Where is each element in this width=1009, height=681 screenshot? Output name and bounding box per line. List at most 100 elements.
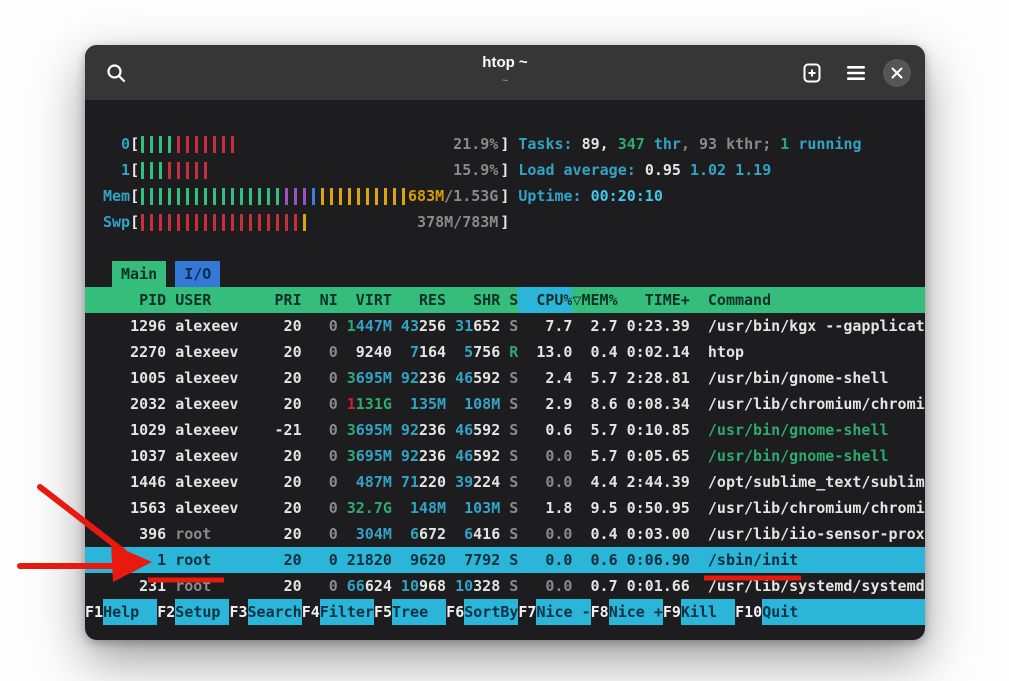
tab-io[interactable]: I/O (175, 261, 220, 287)
text-segment: 5 (464, 343, 473, 361)
meter-label: 0 (103, 131, 130, 157)
text-segment: 1 (780, 135, 789, 153)
text-segment: 7792 (464, 551, 500, 569)
text-segment: 0 (329, 577, 338, 595)
cell-virt: 1447M (338, 313, 392, 339)
text-segment: 236 (419, 447, 446, 465)
column-header-pri[interactable]: PRI (266, 287, 302, 313)
process-row-1029[interactable]: 1029alexeev-2103695M9223646592S0.65.70:1… (85, 417, 925, 443)
text-segment: 46 (455, 369, 473, 387)
column-header-shr[interactable]: SHR (446, 287, 500, 313)
menu-button[interactable] (839, 56, 873, 90)
column-header-virt[interactable]: VIRT (338, 287, 392, 313)
bracket: ] (500, 183, 509, 209)
cell-pid: 1446 (103, 469, 166, 495)
cell-pid: 396 (103, 521, 166, 547)
column-header-ni[interactable]: NI (302, 287, 338, 313)
cell-mem: 0.6 (572, 547, 617, 573)
meter-bar (195, 162, 198, 179)
cell-virt: 21820 (338, 547, 392, 573)
text-segment: root (175, 577, 211, 595)
column-header-res[interactable]: RES (392, 287, 446, 313)
process-row-1563[interactable]: 1563alexeev20032.7G148M103MS1.89.50:50.9… (85, 495, 925, 521)
text-segment: 416 (473, 525, 500, 543)
search-button[interactable] (99, 56, 133, 90)
cell-command: /usr/bin/gnome-shell (708, 443, 925, 469)
meter-bar (285, 188, 288, 205)
cell-cpu: 0.0 (518, 443, 572, 469)
fn-key-label: F6 (446, 599, 464, 625)
cell-ni: 0 (302, 547, 338, 573)
text-segment: alexeev (175, 421, 238, 439)
process-row-2270[interactable]: 2270alexeev200924071645756R13.00.40:02.1… (85, 339, 925, 365)
text-segment: 1005 (130, 369, 166, 387)
fn-setup-button[interactable]: Setup (175, 599, 229, 625)
process-row-1[interactable]: 1root2002182096207792S0.00.60:06.90/sbin… (85, 547, 925, 573)
column-header-user[interactable]: USER (175, 287, 265, 313)
fn-tree-button[interactable]: Tree (392, 599, 446, 625)
meter-bar (150, 162, 153, 179)
text-segment: 0 (329, 551, 338, 569)
text-segment: 20 (284, 525, 302, 543)
text-segment: 2:44.39 (627, 473, 690, 491)
process-row-1446[interactable]: 1446alexeev200487M7122039224S0.04.42:44.… (85, 469, 925, 495)
column-header-pid[interactable]: PID (103, 287, 166, 313)
cell-user: alexeev (175, 469, 265, 495)
process-row-1037[interactable]: 1037alexeev2003695M9223646592S0.05.70:05… (85, 443, 925, 469)
text-segment: 92 (401, 421, 419, 439)
column-header-mem[interactable]: ▽MEM% (572, 287, 617, 313)
fn-nice--button[interactable]: Nice + (609, 599, 663, 625)
text-segment: 20 (284, 551, 302, 569)
text-segment: /usr/bin/gnome-shell (708, 369, 889, 387)
process-row-396[interactable]: 396root200304M66726416S0.00.40:03.00/usr… (85, 521, 925, 547)
meter-bar (240, 188, 243, 205)
cell-ni: 0 (302, 339, 338, 365)
console-window: htop ~ ~ (85, 45, 925, 640)
column-header-s[interactable]: S (500, 287, 518, 313)
cell-s: S (500, 469, 518, 495)
process-row-1005[interactable]: 1005alexeev2003695M9223646592S2.45.72:28… (85, 365, 925, 391)
fn-quit-button[interactable]: Quit (762, 599, 925, 625)
process-row-1296[interactable]: 1296alexeev2001447M4325631652S7.72.70:23… (85, 313, 925, 339)
fn-kill-button[interactable]: Kill (681, 599, 735, 625)
cell-pid: 1563 (103, 495, 166, 521)
text-segment: 6 (410, 525, 419, 543)
fn-filter-button[interactable]: Filter (320, 599, 374, 625)
text-segment: 347 (618, 135, 645, 153)
column-header-cpu[interactable]: CPU% (518, 287, 572, 313)
cell-res: 92236 (392, 417, 446, 443)
fn-sortby-button[interactable]: SortBy (464, 599, 518, 625)
column-header-command[interactable]: Command (708, 287, 925, 313)
text-segment: alexeev (175, 317, 238, 335)
text-segment: S (509, 447, 518, 465)
process-row-231[interactable]: 231root200666241096810328S0.00.70:01.66/… (85, 573, 925, 599)
cell-res: 43256 (392, 313, 446, 339)
cell-time: 2:44.39 (618, 469, 690, 495)
fn-help-button[interactable]: Help (103, 599, 157, 625)
text-segment: 00:20:10 (591, 187, 663, 205)
text-segment: 236 (419, 421, 446, 439)
text-segment: S (509, 473, 518, 491)
fn-search-button[interactable]: Search (248, 599, 302, 625)
tab-main[interactable]: Main (112, 261, 166, 287)
fn-key-label: F10 (735, 599, 762, 625)
text-segment: S (509, 577, 518, 595)
fn-nice--button[interactable]: Nice - (536, 599, 590, 625)
meter-bar (177, 162, 180, 179)
search-icon (105, 62, 127, 84)
close-button[interactable] (883, 59, 911, 87)
text-segment: 0.0 (545, 551, 572, 569)
text-segment: 1.02 (681, 161, 726, 179)
cell-mem: 0.4 (572, 339, 617, 365)
cell-res: 92236 (392, 365, 446, 391)
text-segment: 1446 (130, 473, 166, 491)
cell-mem: 2.7 (572, 313, 617, 339)
cell-time: 0:05.65 (618, 443, 690, 469)
cell-ni: 0 (302, 365, 338, 391)
meter-bar (195, 188, 198, 205)
text-segment: 0:50.95 (627, 499, 690, 517)
new-tab-button[interactable] (795, 56, 829, 90)
process-row-2032[interactable]: 2032alexeev2001131G135M108MS2.98.60:08.3… (85, 391, 925, 417)
cell-command: /opt/sublime_text/sublim (708, 469, 925, 495)
column-header-time[interactable]: TIME+ (618, 287, 690, 313)
